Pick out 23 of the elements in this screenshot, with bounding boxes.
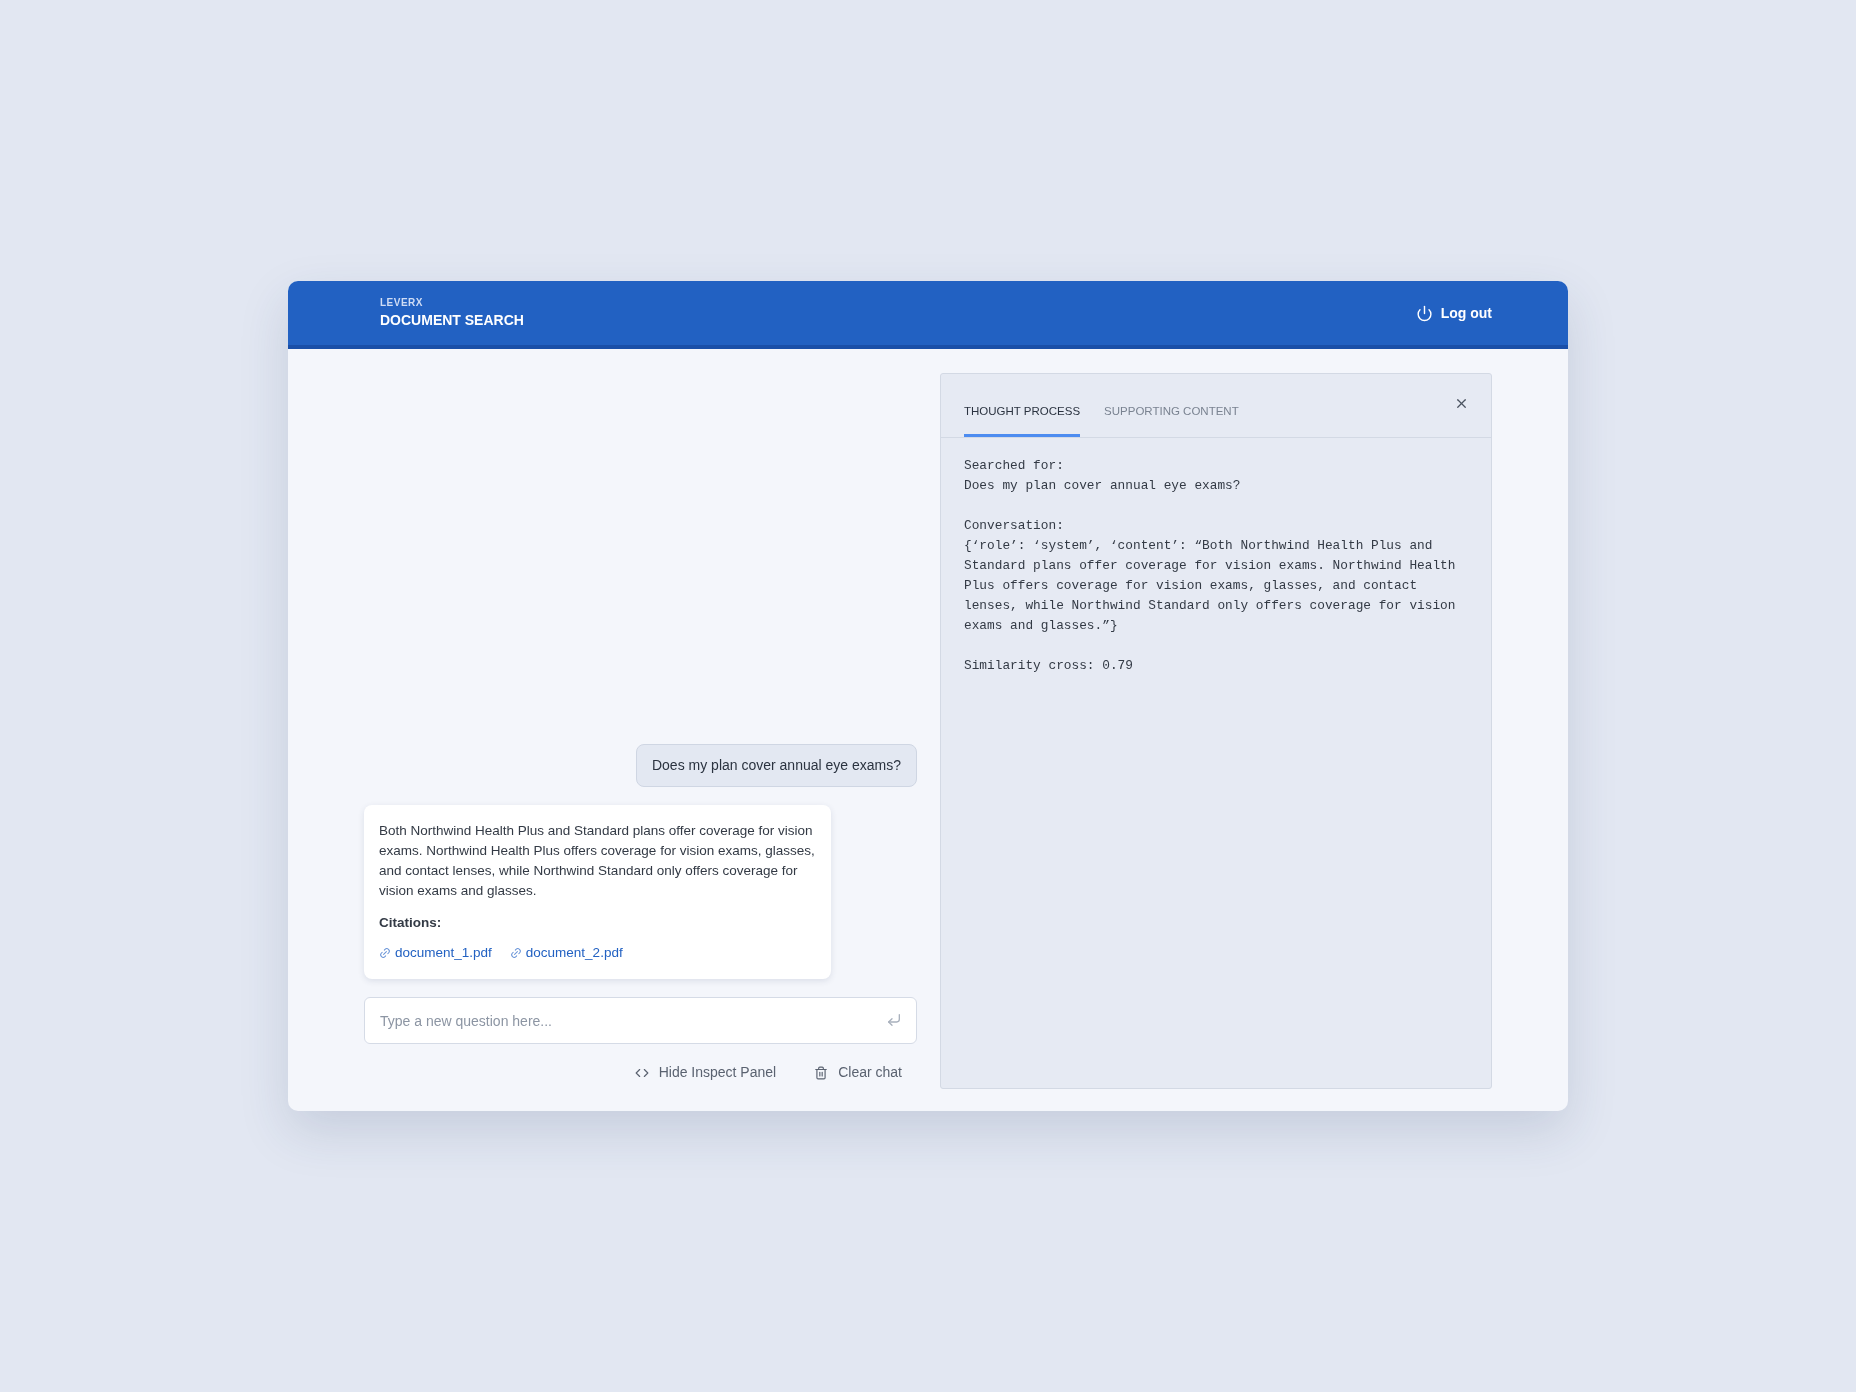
power-icon xyxy=(1415,304,1433,322)
section-text: Similarity cross: 0.79 xyxy=(964,657,1134,675)
citations-label: Citations: xyxy=(379,913,443,932)
panel-tab[interactable]: THOUGHT PROCESS xyxy=(964,402,1081,437)
brand-label: LEVERX xyxy=(380,296,424,310)
section-text: Does my plan cover annual eye exams? xyxy=(964,477,1242,495)
section-text: {‘role’: ‘system’, ‘content’: “Both Northwind Health Plus and Standard plans offer coverage for vision exams. Northwind Health Plus offers coverage for vision exams, glasses, and contact lenses, while Northwind Standard only offers coverage for vision exams and glasses.”} xyxy=(964,537,1457,635)
citation-link[interactable]: document_1.pdf xyxy=(379,942,492,963)
enter-icon xyxy=(886,1012,902,1028)
clear-chat-button[interactable]: Clear chat xyxy=(814,1062,902,1083)
close-button[interactable] xyxy=(1454,396,1469,411)
section-label: Searched for: xyxy=(964,457,1065,475)
app-title: DOCUMENT SEARCH xyxy=(380,311,524,330)
citation-link[interactable]: document_2.pdf xyxy=(509,942,623,963)
hide-inspect-button[interactable]: Hide Inspect Panel xyxy=(634,1062,777,1083)
logout-button[interactable]: Log out xyxy=(1415,302,1492,324)
close-icon xyxy=(1454,396,1469,411)
question-input[interactable]: Type a new question here... xyxy=(364,997,917,1044)
user-message: Does my plan cover annual eye exams? xyxy=(635,743,917,787)
answer-text: Both Northwind Health Plus and Standard plans offer coverage for vision exams. Northwind Health Plus offers coverage for vision exams, glasses, and contact lenses, while Northwind Standard only offers coverage for vision exams and glasses. xyxy=(379,821,816,900)
panel-tab[interactable]: SUPPORTING CONTENT xyxy=(1104,402,1239,437)
trash-icon xyxy=(814,1065,829,1080)
section-label: Conversation: xyxy=(964,517,1065,535)
